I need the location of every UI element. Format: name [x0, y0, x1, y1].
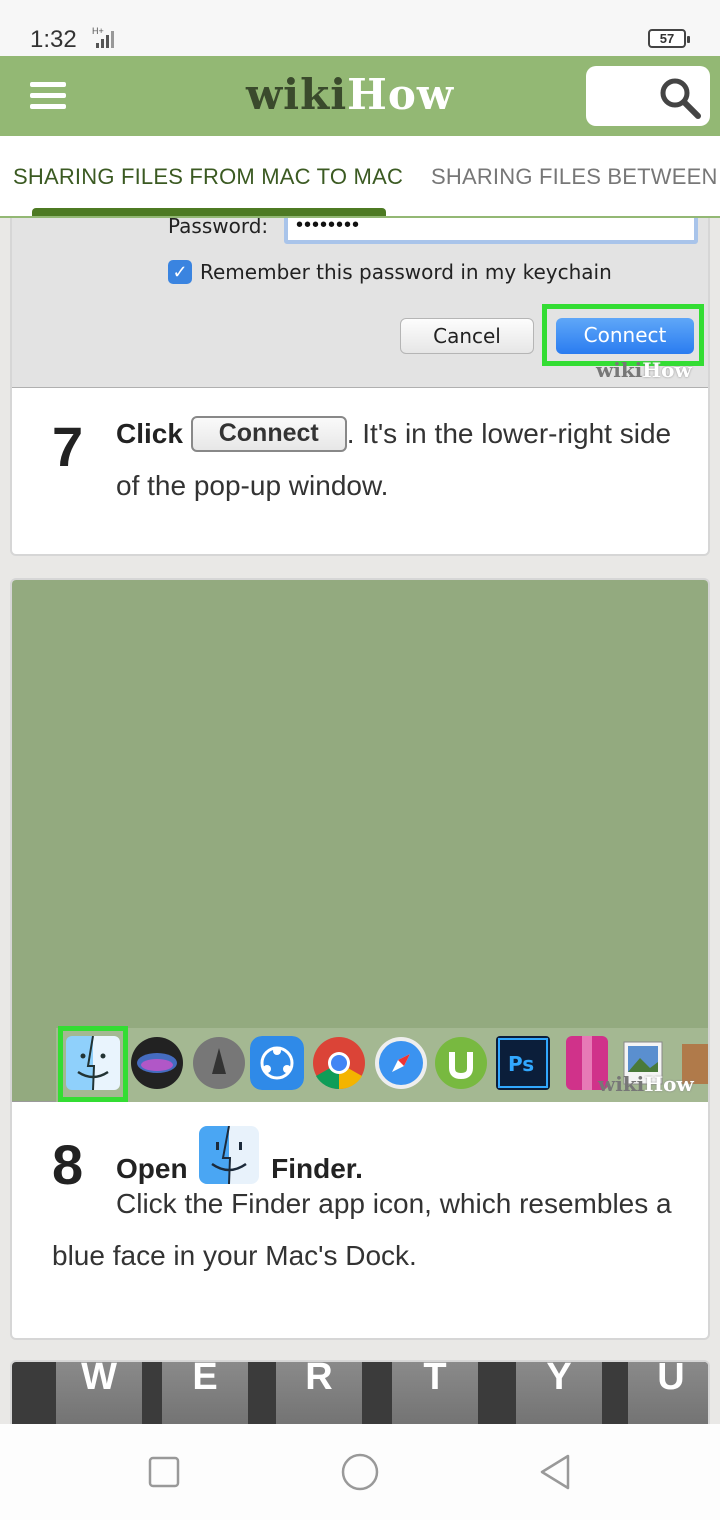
keyboard-key: Y [516, 1362, 602, 1424]
step-7-text: Click Connect. It's in the lower-right s… [116, 408, 686, 512]
step-8-description: Click the Finder app icon, which resembl… [52, 1188, 672, 1271]
back-icon[interactable] [536, 1452, 576, 1492]
watermark: wikiHow [596, 358, 692, 382]
siri-icon [131, 1037, 183, 1089]
finder-highlight [58, 1026, 128, 1102]
step-card-8: Ps wikiHow 8 Open Finder. Click the Find… [10, 578, 710, 1340]
checkbox-icon: ✓ [168, 260, 192, 284]
connect-button-inline: Connect [190, 416, 347, 452]
keyboard-key: E [162, 1362, 248, 1424]
step-8-image[interactable]: Ps wikiHow [12, 580, 708, 1102]
utorrent-icon [435, 1037, 487, 1089]
step-9-image[interactable]: W E R T Y U [12, 1362, 708, 1424]
keyboard-key: U [628, 1362, 708, 1424]
home-icon[interactable] [340, 1452, 380, 1492]
connect-button-image: Connect [556, 318, 694, 354]
watermark: wikiHow [598, 1072, 694, 1096]
wikihow-logo[interactable]: wikiHow [246, 70, 454, 119]
active-tab-indicator [32, 208, 386, 216]
keyboard-key: R [276, 1362, 362, 1424]
tab-sharing-mac-to-mac[interactable]: SHARING FILES FROM MAC TO MAC [13, 164, 403, 190]
signal-icon [96, 31, 114, 48]
step-7-image[interactable]: Password: •••••••• ✓ Remember this passw… [12, 218, 708, 388]
svg-text:Ps: Ps [508, 1052, 534, 1076]
step-card-7: Password: •••••••• ✓ Remember this passw… [10, 218, 710, 556]
step-7-lead: Click [116, 418, 183, 449]
shareit-icon [250, 1036, 304, 1090]
search-button[interactable] [586, 66, 710, 126]
article-content[interactable]: Password: •••••••• ✓ Remember this passw… [0, 218, 720, 1424]
keyboard-key: W [56, 1362, 142, 1424]
cancel-button-image: Cancel [400, 318, 534, 354]
battery-icon: 57 [648, 29, 690, 48]
tab-sharing-between[interactable]: SHARING FILES BETWEEN [431, 164, 718, 190]
password-label: Password: [168, 218, 269, 238]
recent-apps-icon[interactable] [144, 1452, 184, 1492]
finder-icon [199, 1126, 260, 1184]
logo-how: How [347, 70, 455, 119]
chrome-icon [313, 1037, 365, 1090]
system-navigation-bar [0, 1424, 720, 1520]
section-tabs: SHARING FILES FROM MAC TO MAC SHARING FI… [0, 136, 720, 218]
status-time: 1:32 [30, 26, 77, 53]
safari-icon [375, 1037, 427, 1089]
logo-wiki: wiki [246, 70, 348, 119]
launchpad-icon [193, 1037, 245, 1089]
remember-password-label: Remember this password in my keychain [200, 260, 612, 284]
photoshop-icon: Ps [496, 1036, 550, 1090]
search-icon [660, 78, 701, 119]
app-header: wikiHow [0, 56, 720, 136]
password-field: •••••••• [284, 218, 698, 244]
hamburger-menu-icon[interactable] [30, 82, 66, 110]
keyboard-key: T [392, 1362, 478, 1424]
step-card-9: W E R T Y U [10, 1360, 710, 1424]
status-bar: 1:32 H+ 57 [0, 0, 720, 56]
step-number-7: 7 [52, 415, 84, 478]
